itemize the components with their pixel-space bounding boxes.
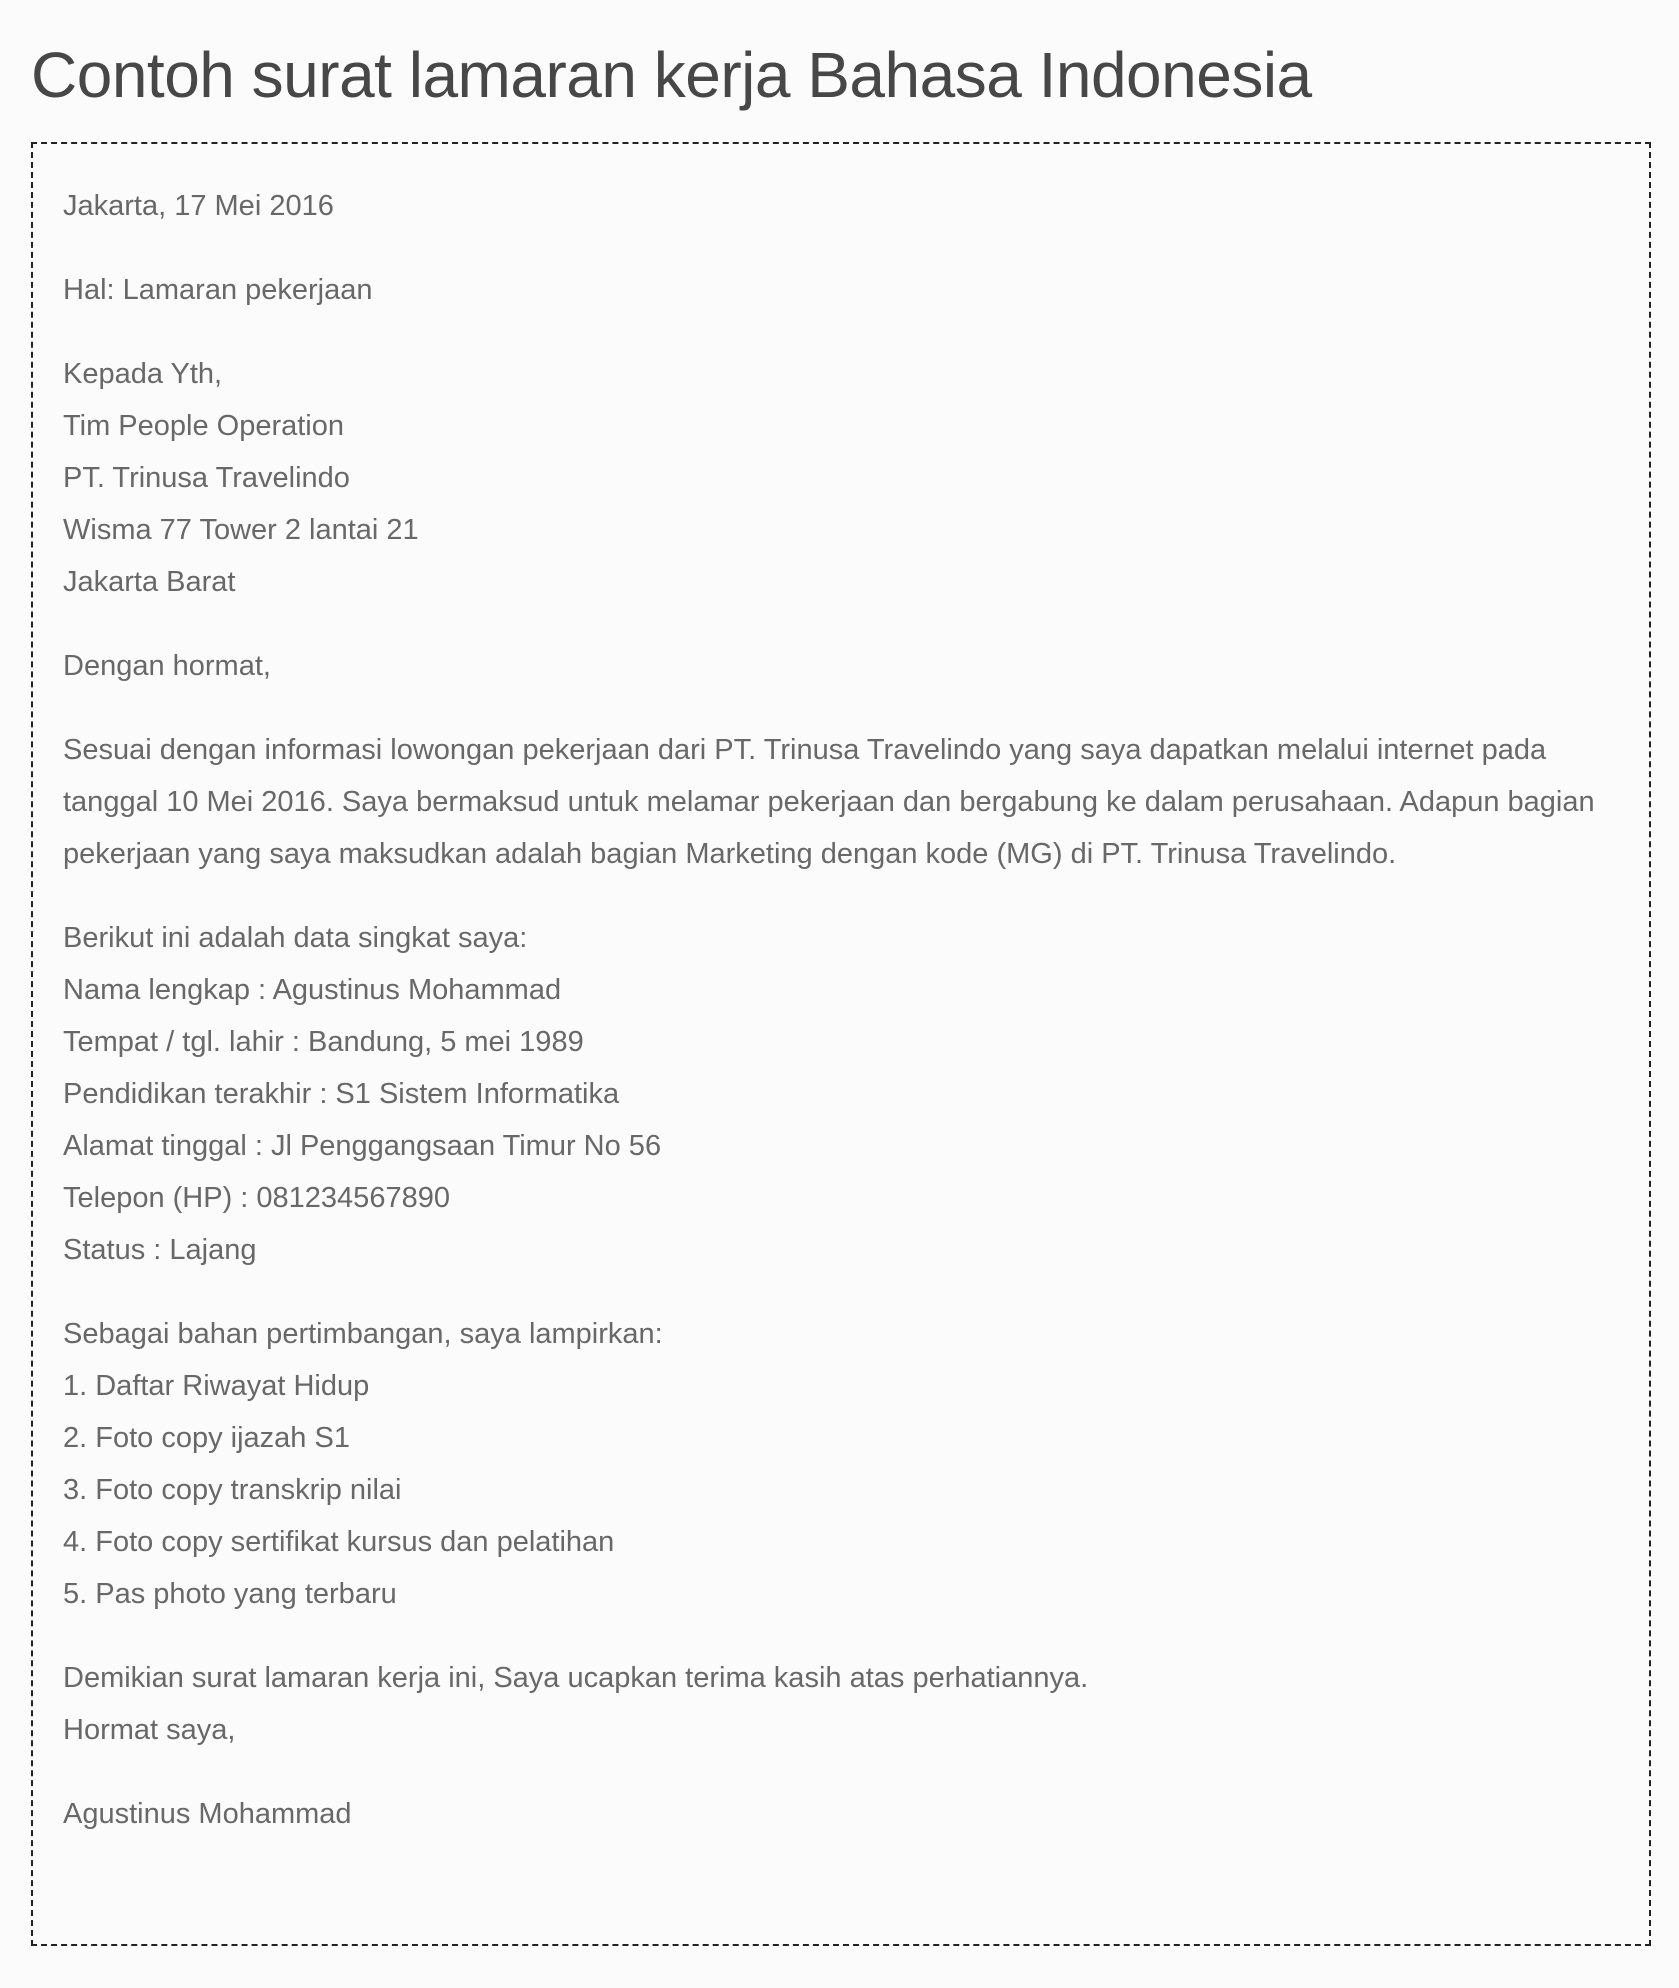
recipient-block: Kepada Yth, Tim People Operation PT. Tri… bbox=[63, 348, 1619, 608]
recipient-line: Kepada Yth, bbox=[63, 358, 223, 390]
closing-line: Hormat saya, bbox=[63, 1714, 236, 1746]
personal-data-item: Alamat tinggal : Jl Penggangsaan Timur N… bbox=[63, 1130, 662, 1162]
personal-data-item: Telepon (HP) : 081234567890 bbox=[63, 1182, 450, 1214]
letter-content: Jakarta, 17 Mei 2016 Hal: Lamaran pekerj… bbox=[63, 180, 1619, 1872]
personal-data-item: Tempat / tgl. lahir : Bandung, 5 mei 198… bbox=[63, 1026, 584, 1058]
page-title: Contoh surat lamaran kerja Bahasa Indone… bbox=[31, 39, 1312, 111]
attachments-intro: Sebagai bahan pertimbangan, saya lampirk… bbox=[63, 1318, 663, 1350]
attachments-block: Sebagai bahan pertimbangan, saya lampirk… bbox=[63, 1308, 1619, 1620]
attachment-item: 2. Foto copy ijazah S1 bbox=[63, 1422, 350, 1454]
recipient-line: PT. Trinusa Travelindo bbox=[63, 462, 350, 494]
signature: Agustinus Mohammad bbox=[63, 1788, 1619, 1840]
attachment-item: 4. Foto copy sertifikat kursus dan pelat… bbox=[63, 1526, 615, 1558]
attachment-item: 1. Daftar Riwayat Hidup bbox=[63, 1370, 370, 1402]
letter-container: Jakarta, 17 Mei 2016 Hal: Lamaran pekerj… bbox=[31, 142, 1651, 1946]
salutation-line: Dengan hormat, bbox=[63, 650, 271, 682]
body-paragraph: Sesuai dengan informasi lowongan pekerja… bbox=[63, 734, 1595, 870]
personal-data-item: Pendidikan terakhir : S1 Sistem Informat… bbox=[63, 1078, 620, 1110]
attachment-item: 5. Pas photo yang terbaru bbox=[63, 1578, 397, 1610]
signature-name: Agustinus Mohammad bbox=[63, 1798, 352, 1830]
personal-data-item: Nama lengkap : Agustinus Mohammad bbox=[63, 974, 562, 1006]
date-line: Jakarta, 17 Mei 2016 bbox=[63, 190, 334, 222]
subject-line: Hal: Lamaran pekerjaan bbox=[63, 274, 373, 306]
recipient-line: Jakarta Barat bbox=[63, 566, 236, 598]
attachment-item: 3. Foto copy transkrip nilai bbox=[63, 1474, 402, 1506]
personal-data-block: Berikut ini adalah data singkat saya: Na… bbox=[63, 912, 1619, 1276]
personal-data-item: Status : Lajang bbox=[63, 1234, 257, 1266]
recipient-line: Wisma 77 Tower 2 lantai 21 bbox=[63, 514, 419, 546]
closing-line: Demikian surat lamaran kerja ini, Saya u… bbox=[63, 1662, 1089, 1694]
letter-subject: Hal: Lamaran pekerjaan bbox=[63, 264, 1619, 316]
salutation: Dengan hormat, bbox=[63, 640, 1619, 692]
closing-block: Demikian surat lamaran kerja ini, Saya u… bbox=[63, 1652, 1619, 1756]
recipient-line: Tim People Operation bbox=[63, 410, 345, 442]
personal-data-intro: Berikut ini adalah data singkat saya: bbox=[63, 922, 528, 954]
letter-date: Jakarta, 17 Mei 2016 bbox=[63, 180, 1619, 232]
